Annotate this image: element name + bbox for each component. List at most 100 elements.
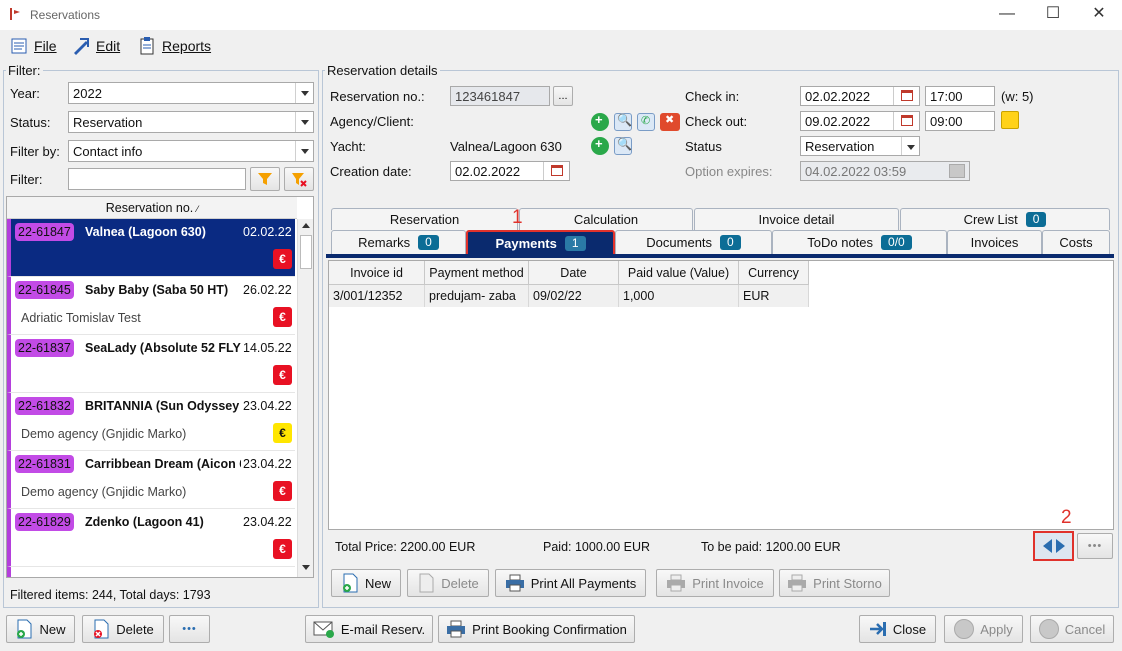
payments-more-button[interactable]: ••• (1077, 533, 1113, 559)
phone-icon[interactable]: ✆ (637, 113, 655, 131)
creation-date-value: 02.02.2022 (455, 164, 521, 179)
check-in-time-field[interactable]: 17:00 (925, 86, 995, 106)
print-all-payments-button[interactable]: Print All Payments (495, 569, 646, 597)
scroll-up-icon[interactable] (302, 223, 310, 228)
chevron-down-icon[interactable] (295, 141, 313, 161)
remove-agency-icon[interactable]: ✖ (660, 113, 680, 131)
res-no-field[interactable]: 123461847 (450, 86, 550, 106)
reservation-list-item[interactable]: 22-61832 BRITANNIA (Sun Odyssey 23.04.22 De… (7, 393, 295, 451)
chevron-down-icon[interactable] (901, 137, 919, 155)
apply-button[interactable]: Apply (944, 615, 1023, 643)
res-no-browse-button[interactable]: ... (553, 86, 573, 106)
creation-date-field[interactable]: 02.02.2022 (450, 161, 570, 181)
menu-bar: File Edit Reports (0, 30, 1122, 60)
close-window-icon[interactable]: ✕ (1076, 4, 1122, 26)
scroll-thumb[interactable] (300, 235, 312, 269)
table-cell[interactable]: predujam- zaba (425, 285, 529, 307)
minimize-icon[interactable]: — (984, 4, 1030, 26)
status-detail-select[interactable]: Reservation (800, 136, 920, 156)
yacht-name: SeaLady (Absolute 52 FLY (85, 341, 241, 355)
tab-documents[interactable]: Documents 0 (615, 230, 772, 254)
tab-reservation[interactable]: Reservation (331, 208, 518, 230)
check-out-time-field[interactable]: 09:00 (925, 111, 995, 131)
column-header[interactable]: Invoice id (329, 261, 425, 285)
cancel-button[interactable]: Cancel (1030, 615, 1114, 643)
reservation-list-item[interactable]: 22-61847 Valnea (Lagoon 630) 02.02.22 € (7, 219, 295, 277)
table-cell[interactable]: 1,000 (619, 285, 739, 307)
delete-document-icon (94, 619, 109, 639)
add-yacht-icon[interactable]: + (591, 136, 609, 155)
reservation-list-item[interactable]: 22-61829 Zdenko (Lagoon 41) 23.04.22 € (7, 509, 295, 567)
check-out-date-field[interactable]: 09.02.2022 (800, 111, 920, 131)
clear-filter-button[interactable] (284, 167, 314, 191)
print-invoice-button[interactable]: Print Invoice (656, 569, 774, 597)
menu-reports[interactable]: Reports (138, 36, 211, 56)
note-icon[interactable] (1001, 111, 1019, 129)
new-reservation-button[interactable]: New (6, 615, 75, 643)
tab-payments[interactable]: Payments 1 (466, 230, 615, 256)
more-actions-button[interactable]: ••• (169, 615, 210, 643)
new-payment-button[interactable]: New (331, 569, 401, 597)
search-yacht-icon[interactable]: 🔍 (614, 137, 632, 155)
delete-payment-label: Delete (441, 575, 479, 591)
reservation-list-item[interactable]: 22-61837 SeaLady (Absolute 52 FLY 14.05.22… (7, 335, 295, 393)
payment-status-icon: € (273, 249, 292, 269)
tab-invoice-detail[interactable]: Invoice detail (694, 208, 899, 230)
list-scrollbar[interactable] (297, 219, 313, 577)
table-cell[interactable]: 09/02/22 (529, 285, 619, 307)
tab-todo-notes[interactable]: ToDo notes 0/0 (772, 230, 947, 254)
tab-costs[interactable]: Costs (1042, 230, 1110, 254)
table-cell[interactable]: 3/001/12352 (329, 285, 425, 307)
maximize-icon[interactable]: ☐ (1030, 4, 1076, 26)
list-summary: Filtered items: 244, Total days: 1793 (10, 588, 211, 602)
delete-reservation-button[interactable]: Delete (82, 615, 164, 643)
reservation-list-item-partial[interactable] (7, 567, 295, 577)
status-select[interactable]: Reservation (68, 111, 314, 133)
column-header[interactable]: Payment method (425, 261, 529, 285)
chevron-down-icon[interactable] (295, 112, 313, 132)
tab-label: Payments (495, 235, 557, 251)
tab-calculation[interactable]: Calculation (519, 208, 693, 230)
tab-crew-list[interactable]: Crew List 0 (900, 208, 1110, 230)
filter-by-select[interactable]: Contact info (68, 140, 314, 162)
print-storno-button[interactable]: Print Storno (779, 569, 890, 597)
search-agency-icon[interactable]: 🔍 (614, 113, 632, 131)
menu-file[interactable]: File (10, 36, 57, 56)
tab-remarks[interactable]: Remarks 0 (331, 230, 466, 254)
calendar-icon[interactable] (543, 162, 569, 180)
calendar-icon[interactable] (893, 87, 919, 105)
calendar-icon[interactable] (893, 112, 919, 130)
column-header[interactable]: Date (529, 261, 619, 285)
scroll-down-icon[interactable] (302, 565, 310, 570)
column-header[interactable]: Paid value (Value) (619, 261, 739, 285)
apply-filter-button[interactable] (250, 167, 280, 191)
check-icon (954, 619, 975, 639)
reservation-date: 23.04.22 (243, 399, 292, 413)
payment-status-icon: € (273, 423, 292, 443)
expand-collapse-button[interactable] (1033, 531, 1074, 561)
tab-invoices[interactable]: Invoices (947, 230, 1042, 254)
close-button[interactable]: Close (859, 615, 936, 643)
add-agency-icon[interactable]: + (591, 112, 609, 131)
agency-name: Demo agency (Gnjidic Marko) (21, 427, 187, 441)
cancel-label: Cancel (1064, 621, 1106, 637)
filter-input[interactable] (68, 168, 246, 190)
app-logo-icon (10, 8, 20, 20)
year-select[interactable]: 2022 (68, 82, 314, 104)
yacht-name: Saby Baby (Saba 50 HT) (85, 283, 229, 297)
check-out-label: Check out: (685, 114, 748, 129)
reservation-list-item[interactable]: 22-61845 Saby Baby (Saba 50 HT) 26.02.22 Ad… (7, 277, 295, 335)
paid-amount: Paid: 1000.00 EUR (543, 540, 651, 554)
chevron-down-icon[interactable] (295, 83, 313, 103)
delete-payment-button[interactable]: Delete (407, 569, 489, 597)
reservation-list-item[interactable]: 22-61831 Carribbean Dream (Aicon 6 23.04.2… (7, 451, 295, 509)
email-reservation-button[interactable]: E-mail Reserv. (305, 615, 433, 643)
filter-legend: Filter: (8, 63, 41, 78)
column-header[interactable]: Currency (739, 261, 809, 285)
check-in-date-field[interactable]: 02.02.2022 (800, 86, 920, 106)
table-cell[interactable]: EUR (739, 285, 809, 307)
menu-edit[interactable]: Edit (72, 36, 120, 56)
print-booking-confirmation-button[interactable]: Print Booking Confirmation (438, 615, 635, 643)
printer-disabled-icon (788, 574, 807, 592)
list-header[interactable]: Reservation no. ⁄ (7, 197, 297, 219)
